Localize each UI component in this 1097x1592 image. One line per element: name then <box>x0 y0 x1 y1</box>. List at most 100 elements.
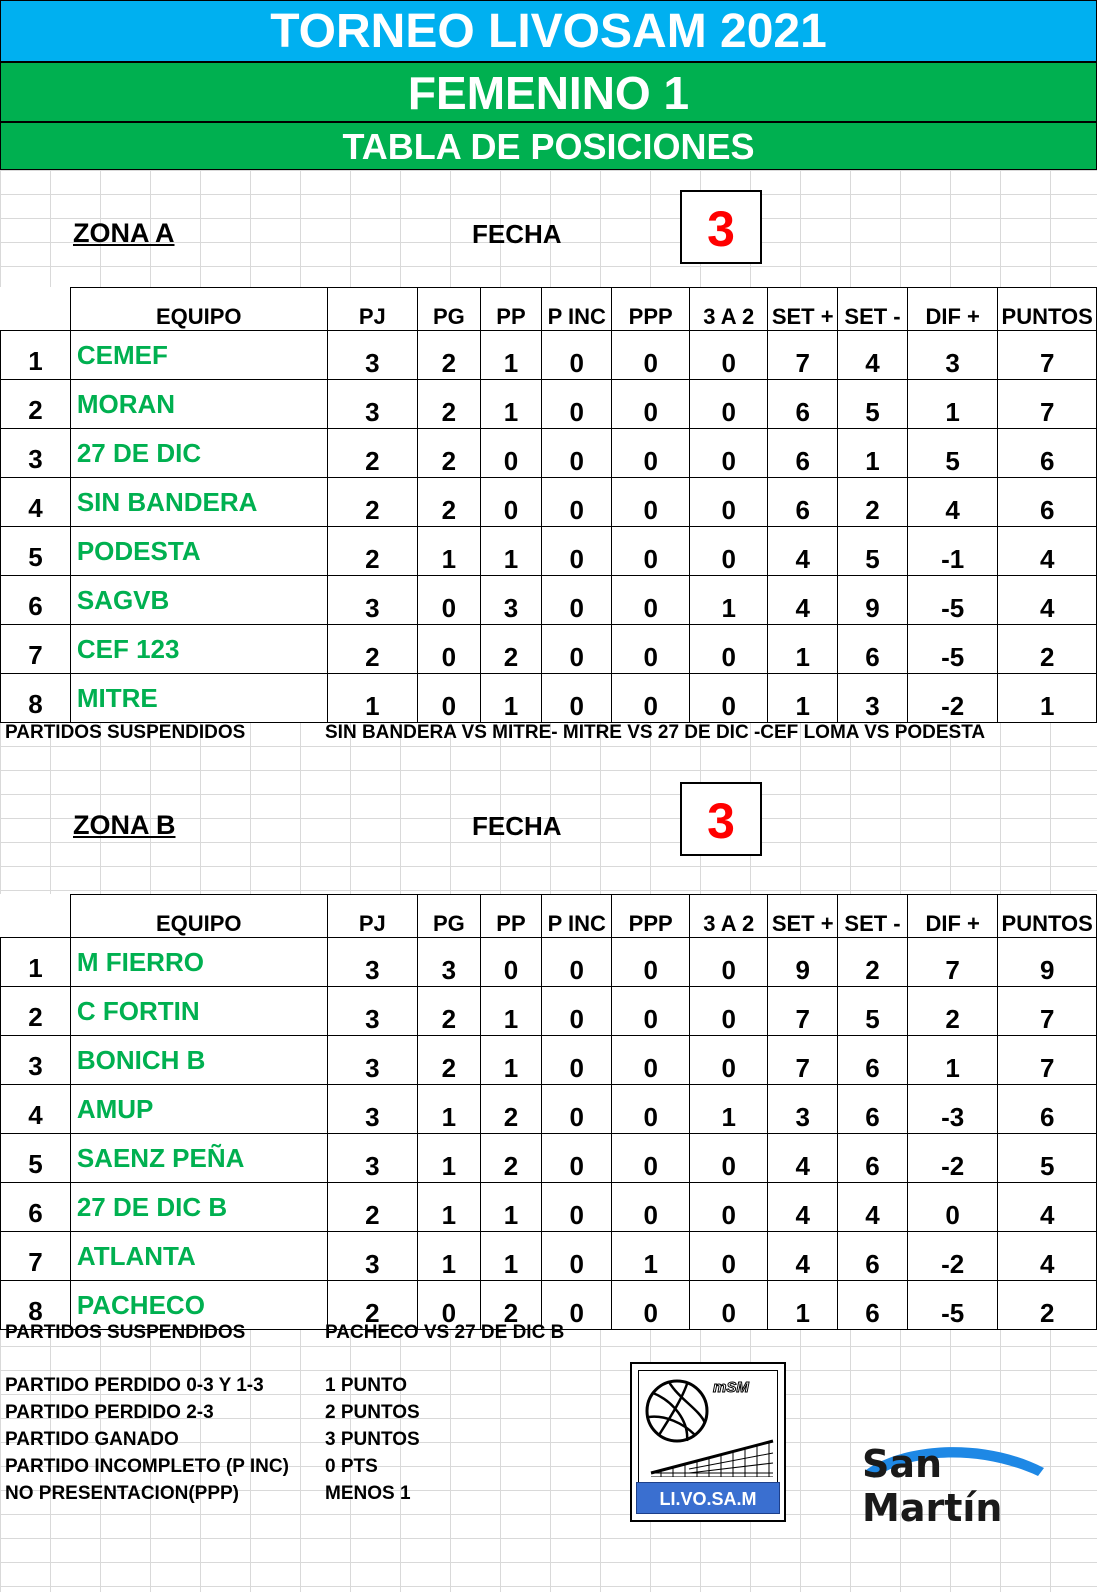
set-plus-cell: 6 <box>767 428 839 478</box>
set-plus-cell: 6 <box>767 477 839 527</box>
rank-cell: 8 <box>0 673 71 723</box>
team-name-cell: BONICH B <box>69 1035 328 1085</box>
puntos-cell: 5 <box>997 1133 1097 1183</box>
3a2-cell: 0 <box>689 673 769 723</box>
zone-b-label: ZONA B <box>73 810 176 840</box>
standings-row: 3 27 DE DIC 2 2 0 0 0 0 6 1 5 6 <box>0 428 1097 478</box>
3a2-cell: 0 <box>689 1133 769 1183</box>
p-inc-cell: 0 <box>541 575 613 625</box>
livosam-logo: mSM LI.VO.SA.M <box>630 1362 786 1522</box>
pp-cell: 1 <box>479 1231 543 1281</box>
pp-cell: 1 <box>479 526 543 576</box>
standings-row: 3 BONICH B3210007617 <box>0 1035 1097 1085</box>
standings-row: 1M FIERRO 3 3 0 0 0 0 9 2 7 9 <box>0 937 1097 987</box>
dif-cell: 2 <box>906 986 999 1036</box>
pj-cell: 3 <box>326 937 419 987</box>
legend-label: PARTIDO INCOMPLETO (P INC) <box>5 1456 289 1477</box>
set-plus-cell: 4 <box>767 1133 839 1183</box>
san-martin-text: San Martín <box>862 1442 1003 1530</box>
team-name-cell: AMUP <box>69 1084 328 1134</box>
rank-cell: 6 <box>0 575 71 625</box>
dif-cell: -1 <box>906 526 999 576</box>
team-name-cell: 27 DE DIC <box>69 428 328 478</box>
p-inc-cell: 0 <box>541 1084 613 1134</box>
set-plus-cell: 1 <box>767 624 839 674</box>
pg-cell: 1 <box>417 1182 481 1232</box>
puntos-cell: 6 <box>997 477 1097 527</box>
legend-label: PARTIDO PERDIDO 0-3 Y 1-3 <box>5 1375 264 1396</box>
rank-cell: 4 <box>0 1084 71 1134</box>
set-minus-cell: 6 <box>837 1035 908 1085</box>
set-minus-cell: 6 <box>837 1231 908 1281</box>
ppp-cell: 0 <box>611 1280 691 1330</box>
pp-cell: 1 <box>479 1182 543 1232</box>
pg-cell: 0 <box>417 575 481 625</box>
pj-cell: 2 <box>326 1182 419 1232</box>
puntos-cell: 4 <box>997 526 1097 576</box>
dif-cell: 5 <box>906 428 999 478</box>
ppp-cell: 0 <box>611 624 691 674</box>
ppp-cell: 1 <box>611 1231 691 1281</box>
ppp-cell: 0 <box>611 428 691 478</box>
category-title: FEMENINO 1 <box>0 62 1097 122</box>
puntos-cell: 4 <box>997 575 1097 625</box>
puntos-cell: 4 <box>997 1231 1097 1281</box>
pj-cell: 2 <box>326 428 419 478</box>
column-header: SET - <box>837 894 908 938</box>
pg-cell: 2 <box>417 1035 481 1085</box>
pg-cell: 2 <box>417 986 481 1036</box>
points-legend-labels: PARTIDO PERDIDO 0-3 Y 1-3 PARTIDO PERDID… <box>5 1372 289 1507</box>
zone-b-standings-table: EQUIPO PJ PG PP P INC PPP 3 A 2 SET + SET - DIF +… <box>0 894 1097 1330</box>
team-name-cell: C FORTIN <box>69 986 328 1036</box>
3a2-cell: 0 <box>689 330 769 380</box>
dif-cell: -5 <box>906 624 999 674</box>
set-minus-cell: 6 <box>837 1280 908 1330</box>
zone-a-fecha-label: FECHA <box>472 219 562 249</box>
column-header: PJ <box>326 894 419 938</box>
p-inc-cell: 0 <box>541 937 613 987</box>
pp-cell: 2 <box>479 624 543 674</box>
p-inc-cell: 0 <box>541 1182 613 1232</box>
puntos-cell: 7 <box>997 330 1097 380</box>
3a2-cell: 1 <box>689 1084 769 1134</box>
pg-cell: 2 <box>417 379 481 429</box>
3a2-cell: 0 <box>689 379 769 429</box>
set-minus-cell: 6 <box>837 1133 908 1183</box>
3a2-cell: 0 <box>689 1182 769 1232</box>
rank-cell: 4 <box>0 477 71 527</box>
net-icon <box>650 1439 774 1477</box>
header-blank-cell <box>0 894 71 938</box>
pg-cell: 1 <box>417 526 481 576</box>
team-name-cell: CEF 123 <box>69 624 328 674</box>
set-minus-cell: 6 <box>837 1084 908 1134</box>
set-plus-cell: 3 <box>767 1084 839 1134</box>
standings-row: 5 PODESTA 2 1 1 0 0 0 4 5 -1 4 <box>0 526 1097 576</box>
rank-cell: 1 <box>0 937 71 987</box>
ppp-cell: 0 <box>611 1084 691 1134</box>
set-minus-cell: 2 <box>837 937 908 987</box>
set-plus-cell: 1 <box>767 1280 839 1330</box>
rank-cell: 5 <box>0 1133 71 1183</box>
zone-a-suspended-matches: SIN BANDERA VS MITRE- MITRE VS 27 DE DIC… <box>325 722 986 743</box>
standings-row: 8 MITRE 1 0 1 0 0 0 1 3 -2 1 <box>0 673 1097 723</box>
p-inc-cell: 0 <box>541 526 613 576</box>
set-plus-cell: 4 <box>767 575 839 625</box>
ppp-cell: 0 <box>611 477 691 527</box>
column-header: PUNTOS <box>997 287 1097 331</box>
standings-row: 2C FORTIN 3 2 1 0 0 0 7 5 2 7 <box>0 986 1097 1036</box>
team-name-cell: MITRE <box>69 673 328 723</box>
dif-cell: 1 <box>906 379 999 429</box>
pg-cell: 3 <box>417 937 481 987</box>
ppp-cell: 0 <box>611 673 691 723</box>
p-inc-cell: 0 <box>541 330 613 380</box>
pp-cell: 1 <box>479 1035 543 1085</box>
ppp-cell: 0 <box>611 330 691 380</box>
puntos-cell: 1 <box>997 673 1097 723</box>
pp-cell: 0 <box>479 937 543 987</box>
pp-cell: 1 <box>479 986 543 1036</box>
standings-row: 4 SIN BANDERA 2 2 0 0 0 0 6 2 4 6 <box>0 477 1097 527</box>
pp-cell: 1 <box>479 330 543 380</box>
legend-label: PARTIDO PERDIDO 2-3 <box>5 1402 214 1423</box>
livosam-caption: LI.VO.SA.M <box>636 1482 780 1514</box>
dif-cell: -2 <box>906 1231 999 1281</box>
